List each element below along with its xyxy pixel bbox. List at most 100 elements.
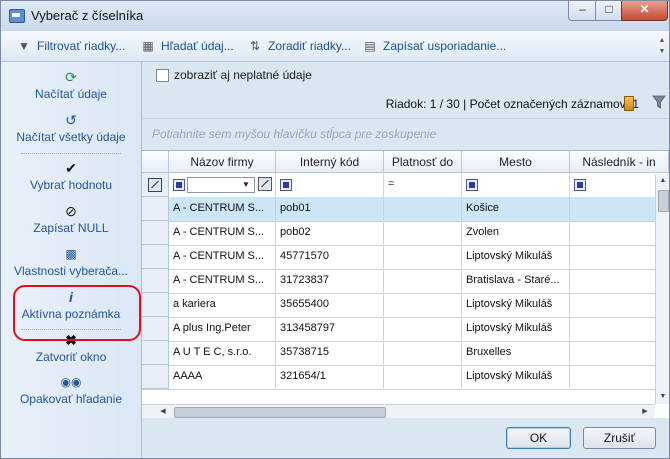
annotation-highlight bbox=[13, 285, 141, 341]
maximize-button[interactable]: □ bbox=[595, 1, 623, 21]
sidebar-item-load-all-data[interactable]: ↺ Načítať všetky údaje bbox=[1, 111, 141, 144]
ok-button[interactable]: OK bbox=[506, 427, 571, 449]
table-cell[interactable] bbox=[384, 197, 462, 220]
table-cell[interactable]: Bratislava - Staré... bbox=[462, 269, 570, 292]
main-panel: zobraziť aj neplatné údaje Riadok: 1 / 3… bbox=[142, 62, 669, 458]
column-header-company-name[interactable]: Názov firmy bbox=[169, 151, 276, 173]
table-cell[interactable]: Liptovský Mikuláš bbox=[462, 245, 570, 268]
refresh-icon: ⟳ bbox=[65, 69, 77, 85]
table-cell[interactable]: Bruxelles bbox=[462, 341, 570, 364]
row-selector[interactable] bbox=[142, 365, 169, 389]
clear-filter-icon[interactable] bbox=[258, 177, 272, 191]
table-row[interactable]: A U T E C, s.r.o. 35738715 Bruxelles bbox=[142, 341, 669, 366]
table-cell[interactable] bbox=[384, 269, 462, 292]
table-row[interactable]: A - CENTRUM S... 45771570 Liptovský Mikulá… bbox=[142, 245, 669, 270]
table-row[interactable]: A - CENTRUM S... 31723837 Bratislava - Sta… bbox=[142, 269, 669, 294]
table-cell[interactable]: A - CENTRUM S... bbox=[169, 269, 276, 292]
table-row[interactable]: AAAA 321654/1 Liptovský Mikuláš bbox=[142, 365, 669, 390]
table-cell[interactable]: A U T E C, s.r.o. bbox=[169, 341, 276, 364]
table-row[interactable]: a kariera 35655400 Liptovský Mikuláš bbox=[142, 293, 669, 318]
table-cell[interactable] bbox=[384, 245, 462, 268]
maximize-icon: □ bbox=[605, 2, 613, 16]
sort-icon: ⇅ bbox=[249, 39, 261, 53]
table-cell[interactable] bbox=[384, 365, 462, 388]
row-selector[interactable] bbox=[142, 293, 169, 317]
horizontal-scrollbar[interactable]: ◀ ▶ bbox=[142, 404, 655, 418]
filter-cell-company-name[interactable]: ▼ bbox=[169, 173, 276, 197]
sidebar-item-select-value[interactable]: ✔ Vybrať hodnotu bbox=[1, 159, 141, 192]
filter-equals-operator[interactable]: = bbox=[388, 178, 394, 190]
row-selector[interactable] bbox=[142, 245, 169, 269]
table-row[interactable]: A - CENTRUM S... pob01 Košice bbox=[142, 197, 669, 222]
table-cell[interactable]: Liptovský Mikuláš bbox=[462, 317, 570, 340]
sidebar-item-load-data[interactable]: ⟳ Načítať údaje bbox=[1, 68, 141, 101]
funnel-icon[interactable] bbox=[652, 95, 666, 109]
sidebar-item-write-null[interactable]: ⊘ Zapísať NULL bbox=[1, 202, 141, 235]
column-header-valid-until[interactable]: Platnosť do bbox=[384, 151, 462, 173]
table-cell[interactable] bbox=[384, 341, 462, 364]
column-header-internal-code[interactable]: Interný kód bbox=[276, 151, 384, 173]
checkmark-icon: ✔ bbox=[65, 160, 77, 176]
toolbar: ▼ Filtrovať riadky... ▦ Hľadať údaj... ⇅… bbox=[1, 31, 669, 62]
filter-cell-valid-until[interactable]: = bbox=[384, 173, 462, 197]
scroll-left-icon[interactable]: ◀ bbox=[156, 405, 170, 418]
row-selector[interactable] bbox=[142, 197, 169, 221]
scroll-up-icon[interactable]: ▲ bbox=[656, 174, 669, 188]
row-selector[interactable] bbox=[142, 341, 169, 365]
table-cell[interactable]: Košice bbox=[462, 197, 570, 220]
sidebar-item-selector-properties[interactable]: ▩ Vlastnosti vyberača... bbox=[1, 245, 141, 278]
horizontal-scroll-thumb[interactable] bbox=[174, 407, 386, 418]
title-bar[interactable]: Vyberač z číselníka – □ ✕ bbox=[1, 1, 669, 31]
row-selector[interactable] bbox=[142, 221, 169, 245]
dialog-window: Vyberač z číselníka – □ ✕ ▼ Filtrovať ri… bbox=[0, 0, 670, 459]
table-cell[interactable]: pob02 bbox=[276, 221, 384, 244]
table-cell[interactable] bbox=[384, 317, 462, 340]
table-cell[interactable]: AAAA bbox=[169, 365, 276, 388]
table-cell[interactable]: A plus Ing.Peter bbox=[169, 317, 276, 340]
minimize-button[interactable]: – bbox=[568, 1, 597, 21]
scroll-right-icon[interactable]: ▶ bbox=[638, 405, 652, 418]
table-cell[interactable]: A - CENTRUM S... bbox=[169, 221, 276, 244]
filter-row-header bbox=[142, 173, 169, 197]
filter-cell-internal-code[interactable] bbox=[276, 173, 384, 197]
table-cell[interactable]: 35655400 bbox=[276, 293, 384, 316]
row-selector[interactable] bbox=[142, 269, 169, 293]
toolbar-scroll-arrows[interactable]: ▲ ▼ bbox=[656, 35, 668, 57]
table-cell[interactable]: 321654/1 bbox=[276, 365, 384, 388]
table-cell[interactable]: A - CENTRUM S... bbox=[169, 197, 276, 220]
filter-operator-icon[interactable] bbox=[466, 179, 478, 191]
column-header-city[interactable]: Mesto bbox=[462, 151, 570, 173]
filter-operator-icon[interactable] bbox=[173, 179, 185, 191]
table-cell[interactable]: Liptovský Mikuláš bbox=[462, 365, 570, 388]
show-invalid-checkbox[interactable] bbox=[156, 69, 169, 82]
cancel-button[interactable]: Zrušiť bbox=[583, 427, 656, 449]
sidebar-item-repeat-search[interactable]: ◉◉ Opakovať hľadanie bbox=[1, 373, 141, 406]
table-cell[interactable]: 35738715 bbox=[276, 341, 384, 364]
table-cell[interactable] bbox=[384, 221, 462, 244]
table-cell[interactable]: a kariera bbox=[169, 293, 276, 316]
scroll-down-icon[interactable]: ▼ bbox=[656, 390, 669, 404]
table-cell[interactable]: Liptovský Mikuláš bbox=[462, 293, 570, 316]
null-icon: ⊘ bbox=[65, 203, 77, 219]
filter-operator-icon[interactable] bbox=[574, 179, 586, 191]
column-header-successor[interactable]: Následník - in bbox=[570, 151, 669, 173]
row-selector[interactable] bbox=[142, 317, 169, 341]
filter-cell-city[interactable] bbox=[462, 173, 570, 197]
grid-search-icon: ▦ bbox=[142, 39, 154, 53]
table-cell[interactable]: pob01 bbox=[276, 197, 384, 220]
grouping-hint[interactable]: Potiahnite sem myšou hlavičku stĺpca pre… bbox=[142, 118, 669, 148]
clear-all-filters-icon[interactable] bbox=[148, 178, 162, 192]
table-cell[interactable]: Zvolen bbox=[462, 221, 570, 244]
filter-operator-icon[interactable] bbox=[280, 179, 292, 191]
table-cell[interactable]: 31723837 bbox=[276, 269, 384, 292]
vertical-scrollbar[interactable]: ▲ ▼ bbox=[655, 174, 669, 404]
vertical-scroll-thumb[interactable] bbox=[658, 190, 669, 212]
chevron-down-icon[interactable]: ▼ bbox=[239, 177, 253, 193]
table-cell[interactable]: 45771570 bbox=[276, 245, 384, 268]
table-cell[interactable]: A - CENTRUM S... bbox=[169, 245, 276, 268]
close-button[interactable]: ✕ bbox=[621, 1, 668, 21]
table-row[interactable]: A plus Ing.Peter 313458797 Liptovský Mikul… bbox=[142, 317, 669, 342]
table-cell[interactable]: 313458797 bbox=[276, 317, 384, 340]
table-row[interactable]: A - CENTRUM S... pob02 Zvolen bbox=[142, 221, 669, 246]
table-cell[interactable] bbox=[384, 293, 462, 316]
